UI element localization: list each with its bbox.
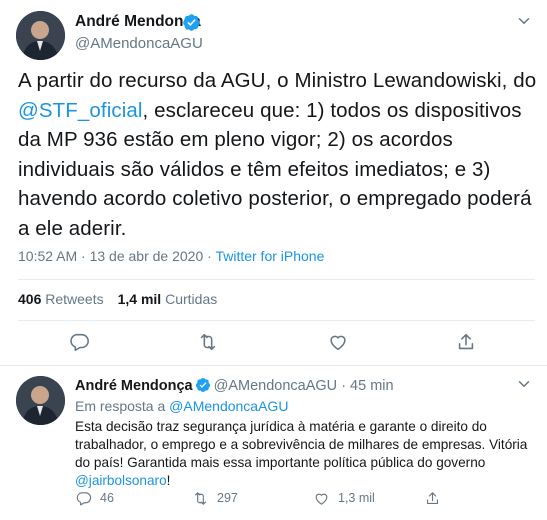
likes-stat[interactable]: 1,4 mil Curtidas — [118, 291, 218, 307]
avatar[interactable] — [16, 11, 65, 60]
author-name[interactable]: André Mendonça — [75, 378, 193, 394]
retweet-button[interactable]: 297 — [192, 488, 238, 508]
verified-icon — [195, 378, 210, 392]
reply-text-part: Esta decisão traz segurança jurídica à m… — [75, 419, 528, 470]
share-icon — [458, 333, 474, 350]
divider — [18, 279, 535, 280]
reply-header: André Mendonça @AMendoncaAGU · 45 min — [75, 377, 394, 394]
retweets-label: Retweets — [45, 291, 104, 307]
chevron-down-icon[interactable] — [515, 12, 533, 30]
reply-to-handle[interactable]: @AMendoncaAGU — [169, 398, 288, 414]
reply-text-part: ! — [166, 473, 171, 488]
reply-button[interactable]: 46 — [75, 488, 114, 508]
like-count: 1,3 mil — [338, 491, 375, 505]
reply-tweet[interactable]: André Mendonça @AMendoncaAGU · 45 min Em … — [0, 367, 547, 520]
reply-count: 46 — [100, 491, 114, 505]
retweet-button[interactable] — [197, 331, 221, 355]
like-icon — [330, 335, 346, 351]
reply-icon — [76, 491, 92, 505]
chevron-down-icon[interactable] — [515, 375, 533, 393]
main-tweet: André Mendonça @AMendoncaAGU A partir do… — [0, 0, 547, 366]
reply-to-line: Em resposta a @AMendoncaAGU — [75, 398, 288, 414]
tweet-stats: 406 Retweets 1,4 mil Curtidas — [18, 291, 217, 307]
avatar[interactable] — [16, 376, 65, 425]
likes-count: 1,4 mil — [117, 291, 162, 307]
reply-button[interactable] — [68, 331, 92, 355]
divider — [18, 320, 535, 321]
tweet-text-part: A partir do recurso da AGU, o Ministro L… — [18, 69, 537, 92]
client-link[interactable]: Twitter for iPhone — [215, 248, 324, 264]
author-handle[interactable]: @AMendoncaAGU — [75, 35, 203, 52]
like-button[interactable] — [327, 331, 351, 355]
retweet-count: 297 — [217, 491, 238, 505]
mention-link[interactable]: @jairbolsonaro — [75, 473, 167, 488]
reply-to-label: Em resposta a — [75, 398, 170, 414]
retweets-count: 406 — [18, 291, 42, 307]
verified-icon — [183, 14, 200, 31]
author-handle[interactable]: @AMendoncaAGU — [214, 378, 338, 394]
share-button[interactable] — [455, 331, 479, 355]
retweet-icon — [194, 491, 207, 505]
reply-icon — [70, 333, 89, 352]
tweet-text: A partir do recurso da AGU, o Ministro L… — [18, 66, 538, 243]
timestamp[interactable]: 10:52 AM · 13 de abr de 2020 · — [18, 248, 215, 264]
reply-time[interactable]: · 45 min — [341, 378, 393, 394]
mention-link[interactable]: @STF_oficial — [18, 99, 143, 122]
retweets-stat[interactable]: 406 Retweets — [18, 291, 104, 307]
reply-text: Esta decisão traz segurança jurídica à m… — [75, 418, 535, 490]
tweet-meta: 10:52 AM · 13 de abr de 2020 · Twitter f… — [18, 248, 324, 264]
like-icon — [315, 493, 328, 505]
likes-label: Curtidas — [165, 291, 218, 307]
retweet-icon — [200, 333, 216, 351]
share-button[interactable] — [424, 488, 449, 508]
share-icon — [426, 491, 439, 504]
like-button[interactable]: 1,3 mil — [313, 488, 375, 508]
